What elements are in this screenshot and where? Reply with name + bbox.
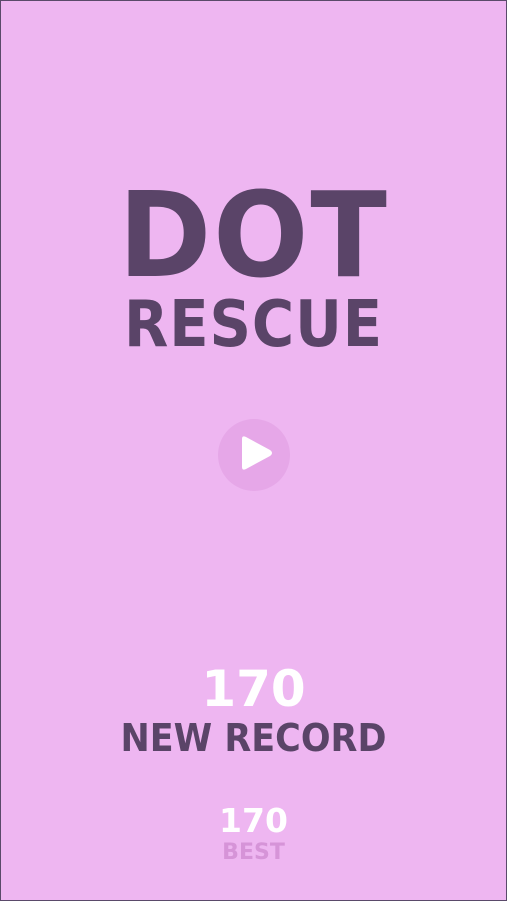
game-screen: DOT RESCUE 170 NEW RECORD 170 BEST <box>0 0 507 901</box>
new-record-label: NEW RECORD <box>120 716 387 760</box>
best-score-label: BEST <box>222 840 285 865</box>
game-title-rescue: RESCUE <box>124 288 383 362</box>
score-value: 170 <box>201 660 306 718</box>
game-title-dot: DOT <box>118 166 389 304</box>
play-icon <box>234 434 274 476</box>
best-score-value: 170 <box>219 801 288 840</box>
play-button[interactable] <box>218 419 290 491</box>
